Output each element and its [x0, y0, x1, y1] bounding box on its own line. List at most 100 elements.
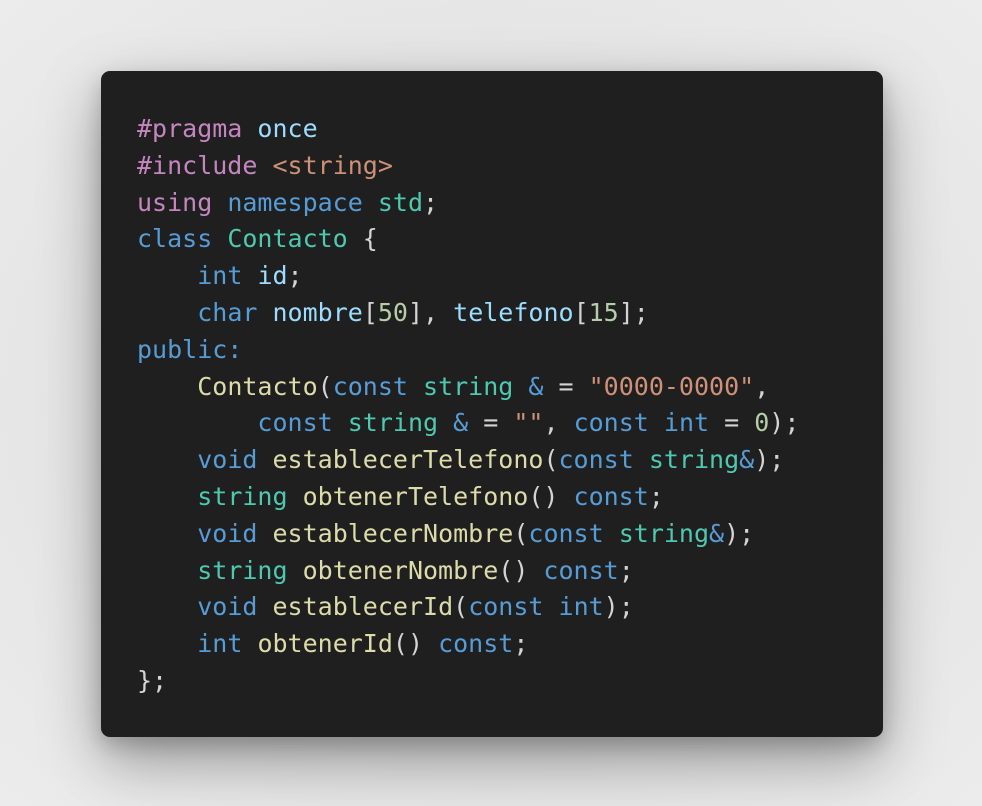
code-token: const	[543, 555, 619, 585]
code-token: const	[257, 408, 333, 438]
code-token: const	[573, 481, 649, 511]
code-line: #include <string>	[137, 148, 883, 185]
code-line: #pragma once	[137, 111, 883, 148]
code-token: ;	[618, 555, 634, 585]
code-token: char	[197, 297, 258, 327]
code-token: const	[573, 408, 649, 438]
code-token: <string>	[272, 150, 393, 180]
code-line: const string & = "", const int = 0);	[137, 405, 883, 442]
code-token: #include	[137, 150, 258, 180]
code-token: );	[603, 592, 634, 622]
code-token: ],	[407, 297, 454, 327]
code-token: const	[468, 592, 544, 622]
code-token: ()	[528, 481, 574, 511]
code-token: =	[543, 371, 589, 401]
code-token: class	[137, 224, 213, 254]
code-token: obtenerTelefono	[302, 481, 529, 511]
code-token: nombre	[272, 297, 363, 327]
code-snippet-card: #pragma once #include <string> using names…	[101, 71, 883, 737]
code-token: const	[438, 629, 514, 659]
code-token: telefono	[453, 297, 574, 327]
code-token: string	[618, 518, 710, 548]
code-token: (	[513, 518, 529, 548]
code-token: &	[739, 445, 755, 475]
code-token: int	[197, 629, 243, 659]
code-line: void establecerNombre(const string&);	[137, 516, 883, 553]
code-token: Contacto	[227, 224, 348, 254]
code-token: (	[317, 371, 333, 401]
code-line: void establecerId(const int);	[137, 589, 883, 626]
code-token: ()	[392, 629, 439, 659]
code-token: };	[137, 665, 168, 695]
code-token: (	[453, 592, 469, 622]
code-line: class Contacto {	[137, 221, 883, 258]
code-line: int obtenerId() const;	[137, 626, 883, 663]
code-token: id	[257, 261, 288, 291]
code-token: establecerTelefono	[272, 445, 544, 475]
code-token: ,	[543, 408, 574, 438]
code-token: int	[197, 261, 243, 291]
code-token: string	[347, 408, 439, 438]
code-token: );	[724, 518, 755, 548]
code-token: establecerId	[272, 592, 454, 622]
code-token: public:	[137, 334, 243, 364]
code-token: );	[769, 408, 800, 438]
code-token: const	[558, 445, 634, 475]
code-line: char nombre[50], telefono[15];	[137, 295, 883, 332]
code-token: &	[709, 518, 725, 548]
code-token: string	[197, 555, 288, 585]
code-token: {	[347, 224, 378, 254]
code-token: obtenerNombre	[302, 555, 499, 585]
code-token: int	[558, 592, 604, 622]
code-token: string	[648, 445, 740, 475]
code-token: namespace	[227, 187, 363, 217]
code-token: #pragma	[137, 114, 243, 143]
code-line: void establecerTelefono(const string&);	[137, 442, 883, 479]
code-token: Contacto	[197, 371, 318, 401]
code-token: 15	[588, 297, 619, 327]
code-token: string	[423, 371, 514, 401]
code-token: once	[257, 114, 318, 143]
code-token: ""	[513, 408, 544, 438]
code-token: );	[754, 445, 785, 475]
code-token: void	[197, 518, 258, 548]
code-token: establecerNombre	[272, 518, 514, 548]
code-token: using	[137, 187, 213, 217]
code-token: int	[663, 408, 710, 438]
code-token: [	[362, 297, 378, 327]
code-token: void	[197, 445, 258, 475]
code-token: string	[197, 481, 288, 511]
code-line: public:	[137, 332, 883, 369]
code-token: obtenerId	[257, 629, 393, 659]
code-token: =	[709, 408, 755, 438]
code-token: ;	[513, 629, 529, 659]
code-token: (	[543, 445, 559, 475]
code-line: Contacto(const string & = "0000-0000",	[137, 369, 883, 406]
code-token: ];	[618, 297, 649, 327]
code-token: const	[332, 371, 408, 401]
